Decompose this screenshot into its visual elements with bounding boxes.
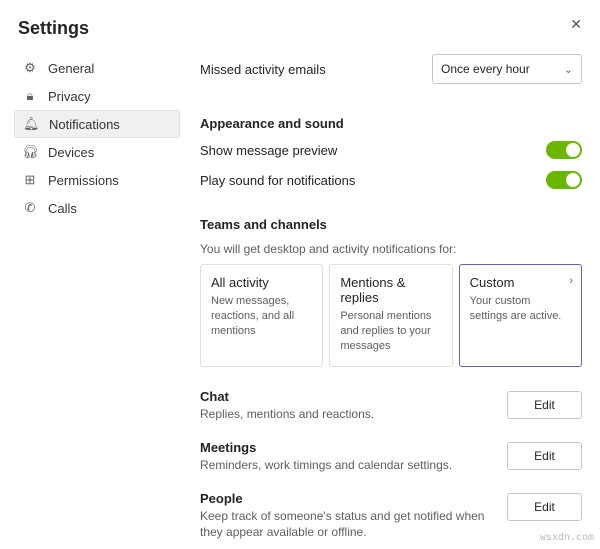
lock-icon: 🔒︎ — [22, 88, 38, 104]
show-preview-row: Show message preview — [200, 141, 582, 159]
close-icon[interactable]: ✕ — [566, 12, 586, 37]
section-text: Chat Replies, mentions and reactions. — [200, 389, 493, 422]
section-meetings: Meetings Reminders, work timings and cal… — [200, 440, 582, 473]
edit-button-people[interactable]: Edit — [507, 493, 582, 521]
watermark: wsxdn.com — [540, 532, 594, 543]
sidebar: ⚙ General 🔒︎ Privacy 🔔︎ Notifications 🎧︎… — [0, 50, 190, 549]
section-sub: Keep track of someone's status and get n… — [200, 508, 493, 540]
sidebar-item-label: Privacy — [48, 89, 91, 104]
card-sub: Your custom settings are active. — [470, 294, 571, 324]
sidebar-item-calls[interactable]: ✆ Calls — [14, 194, 180, 222]
card-title: Custom — [470, 275, 571, 290]
appearance-heading: Appearance and sound — [200, 116, 582, 131]
section-text: Meetings Reminders, work timings and cal… — [200, 440, 493, 473]
sidebar-item-label: Devices — [48, 145, 94, 160]
main-layout: ⚙ General 🔒︎ Privacy 🔔︎ Notifications 🎧︎… — [0, 50, 600, 549]
section-title: Chat — [200, 389, 493, 404]
missed-activity-label: Missed activity emails — [200, 62, 326, 77]
section-sub: Reminders, work timings and calendar set… — [200, 457, 493, 473]
headset-icon: 🎧︎ — [22, 144, 38, 160]
sidebar-item-label: General — [48, 61, 94, 76]
section-title: Meetings — [200, 440, 493, 455]
sidebar-item-label: Notifications — [49, 117, 120, 132]
select-value: Once every hour — [441, 62, 530, 76]
section-sub: Replies, mentions and reactions. — [200, 406, 493, 422]
missed-activity-select[interactable]: Once every hour ⌄ — [432, 54, 582, 84]
card-title: All activity — [211, 275, 312, 290]
section-title: People — [200, 491, 493, 506]
card-custom[interactable]: › Custom Your custom settings are active… — [459, 264, 582, 367]
teams-cards: All activity New messages, reactions, an… — [200, 264, 582, 367]
show-preview-label: Show message preview — [200, 143, 337, 158]
edit-button-chat[interactable]: Edit — [507, 391, 582, 419]
sidebar-item-label: Permissions — [48, 173, 119, 188]
section-people: People Keep track of someone's status an… — [200, 491, 582, 540]
play-sound-toggle[interactable] — [546, 171, 582, 189]
sidebar-item-label: Calls — [48, 201, 77, 216]
sidebar-item-general[interactable]: ⚙ General — [14, 54, 180, 82]
card-title: Mentions & replies — [340, 275, 441, 305]
section-chat: Chat Replies, mentions and reactions. Ed… — [200, 389, 582, 422]
content-area: Missed activity emails Once every hour ⌄… — [190, 50, 600, 549]
gear-icon: ⚙ — [22, 60, 38, 76]
play-sound-label: Play sound for notifications — [200, 173, 355, 188]
card-all-activity[interactable]: All activity New messages, reactions, an… — [200, 264, 323, 367]
bell-icon: 🔔︎ — [23, 116, 39, 132]
grid-icon: ⊞ — [22, 172, 38, 188]
teams-subheading: You will get desktop and activity notifi… — [200, 242, 582, 256]
chevron-right-icon: › — [569, 275, 573, 287]
card-sub: New messages, reactions, and all mention… — [211, 294, 312, 339]
phone-icon: ✆ — [22, 200, 38, 216]
show-preview-toggle[interactable] — [546, 141, 582, 159]
edit-button-meetings[interactable]: Edit — [507, 442, 582, 470]
missed-activity-row: Missed activity emails Once every hour ⌄ — [200, 54, 582, 84]
sidebar-item-permissions[interactable]: ⊞ Permissions — [14, 166, 180, 194]
teams-heading: Teams and channels — [200, 217, 582, 232]
card-sub: Personal mentions and replies to your me… — [340, 309, 441, 354]
section-text: People Keep track of someone's status an… — [200, 491, 493, 540]
play-sound-row: Play sound for notifications — [200, 171, 582, 189]
page-title: Settings — [18, 18, 89, 39]
sidebar-item-notifications[interactable]: 🔔︎ Notifications — [14, 110, 180, 138]
chevron-down-icon: ⌄ — [564, 63, 573, 76]
sidebar-item-devices[interactable]: 🎧︎ Devices — [14, 138, 180, 166]
sidebar-item-privacy[interactable]: 🔒︎ Privacy — [14, 82, 180, 110]
card-mentions-replies[interactable]: Mentions & replies Personal mentions and… — [329, 264, 452, 367]
